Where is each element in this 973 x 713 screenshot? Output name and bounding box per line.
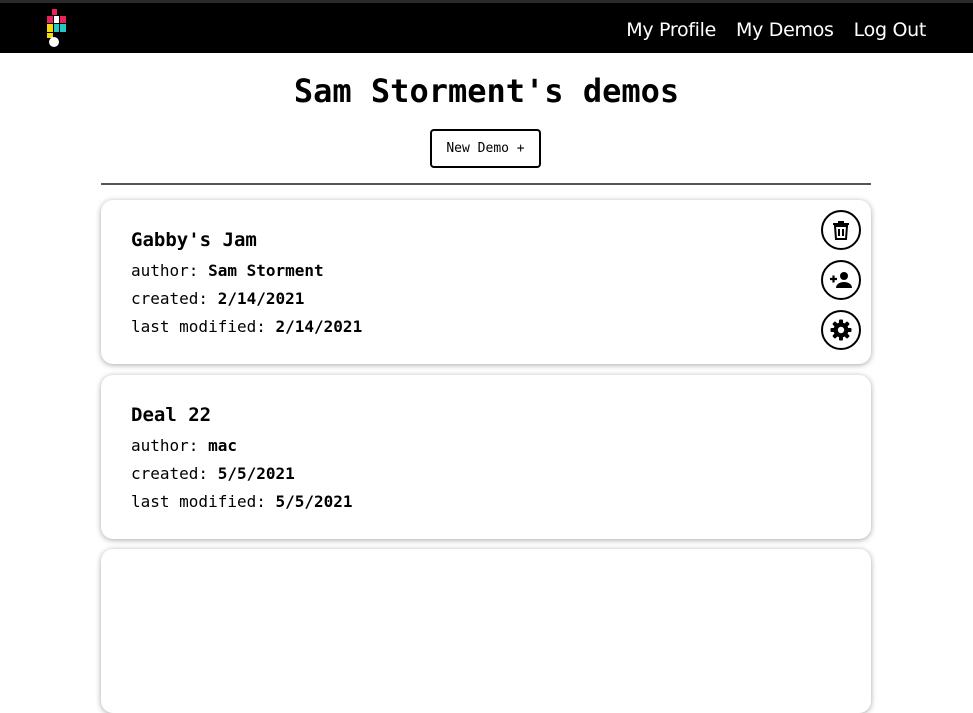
share-demo-button[interactable]	[821, 260, 861, 300]
created-label: created:	[131, 464, 209, 483]
nav-links: My Profile My Demos Log Out	[626, 3, 926, 56]
demo-author: author: Sam Storment	[131, 261, 324, 280]
top-navbar: My Profile My Demos Log Out	[0, 0, 973, 53]
demo-settings-button[interactable]	[821, 310, 861, 350]
delete-demo-button[interactable]	[821, 210, 861, 250]
demo-title: Gabby's Jam	[131, 229, 257, 251]
demo-title: Deal 22	[131, 404, 212, 426]
nav-my-profile[interactable]: My Profile	[626, 19, 716, 41]
author-label: author:	[131, 436, 199, 455]
new-demo-button[interactable]: New Demo +	[430, 129, 541, 168]
created-label: created:	[131, 289, 209, 308]
author-value: mac	[208, 436, 237, 455]
gear-icon	[830, 319, 852, 341]
trash-icon	[833, 221, 849, 240]
divider	[101, 183, 871, 185]
created-value: 5/5/2021	[217, 464, 295, 483]
modified-value: 2/14/2021	[275, 317, 363, 336]
demo-created: created: 2/14/2021	[131, 289, 304, 308]
modified-label: last modified:	[131, 492, 266, 511]
author-value: Sam Storment	[208, 261, 324, 280]
demo-card[interactable]	[101, 549, 871, 713]
demo-modified: last modified: 2/14/2021	[131, 317, 362, 336]
created-value: 2/14/2021	[217, 289, 305, 308]
nav-log-out[interactable]: Log Out	[854, 19, 927, 41]
app-logo[interactable]	[47, 9, 67, 47]
modified-value: 5/5/2021	[275, 492, 353, 511]
demo-modified: last modified: 5/5/2021	[131, 492, 353, 511]
demo-card[interactable]: Gabby's Jam author: Sam Storment created…	[101, 200, 871, 364]
page-title: Sam Storment's demos	[293, 72, 680, 110]
modified-label: last modified:	[131, 317, 266, 336]
nav-my-demos[interactable]: My Demos	[736, 19, 834, 41]
add-person-icon	[830, 272, 852, 288]
demo-card[interactable]: Deal 22 author: mac created: 5/5/2021 la…	[101, 375, 871, 539]
demo-author: author: mac	[131, 436, 237, 455]
author-label: author:	[131, 261, 199, 280]
demo-created: created: 5/5/2021	[131, 464, 295, 483]
